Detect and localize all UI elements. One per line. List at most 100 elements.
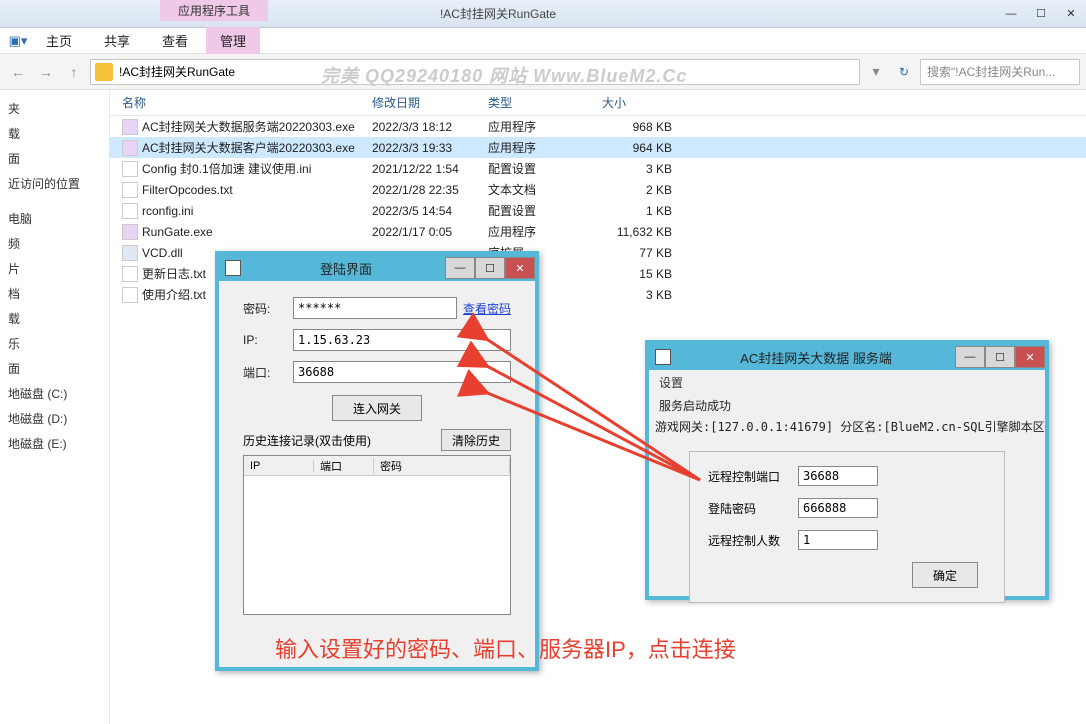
sidebar-item[interactable]: 电脑 — [0, 206, 109, 231]
sidebar-item[interactable]: 地磁盘 (D:) — [0, 406, 109, 431]
server-max-button[interactable]: ☐ — [985, 346, 1015, 368]
server-min-button[interactable]: — — [955, 346, 985, 368]
server-title: AC封挂网关大数据 服务端 — [677, 348, 955, 367]
refresh-icon[interactable]: ↻ — [892, 60, 916, 84]
hist-col-pass[interactable]: 密码 — [374, 458, 510, 474]
file-icon — [122, 161, 138, 177]
file-icon — [122, 203, 138, 219]
sidebar-item[interactable]: 面 — [0, 356, 109, 381]
app-icon — [225, 260, 241, 276]
hist-col-ip[interactable]: IP — [244, 460, 314, 472]
label-login-pass: 登陆密码 — [708, 500, 798, 517]
col-name[interactable]: 名称 — [122, 94, 372, 111]
server-close-button[interactable]: ✕ — [1015, 346, 1045, 368]
server-menu-settings[interactable]: 设置 — [649, 370, 1045, 395]
file-row[interactable]: AC封挂网关大数据客户端20220303.exe2022/3/3 19:33应用… — [110, 137, 1086, 158]
remote-port-input[interactable] — [798, 466, 878, 486]
sidebar-item[interactable]: 夹 — [0, 96, 109, 121]
annotation-text: 输入设置好的密码、端口、服务器IP，点击连接 — [275, 632, 736, 664]
sidebar-item[interactable]: 地磁盘 (C:) — [0, 381, 109, 406]
sidebar-item[interactable]: 载 — [0, 121, 109, 146]
sidebar-item[interactable]: 地磁盘 (E:) — [0, 431, 109, 456]
file-type: 配置设置 — [488, 202, 602, 219]
view-password-link[interactable]: 查看密码 — [463, 300, 511, 317]
close-button[interactable]: ✕ — [1056, 3, 1086, 25]
context-tab: 应用程序工具 — [160, 0, 268, 21]
file-type: 应用程序 — [488, 223, 602, 240]
history-table[interactable]: IP 端口 密码 — [243, 455, 511, 615]
file-size: 15 KB — [602, 267, 672, 281]
minimize-button[interactable]: — — [996, 3, 1026, 25]
file-name: AC封挂网关大数据服务端20220303.exe — [142, 118, 355, 135]
label-remote-count: 远程控制人数 — [708, 532, 798, 549]
watermark-text: 完美 QQ29240180 网站 Www.BlueM2.Cc — [321, 62, 687, 88]
file-size: 3 KB — [602, 162, 672, 176]
file-row[interactable]: AC封挂网关大数据服务端20220303.exe2022/3/3 18:12应用… — [110, 116, 1086, 137]
file-name: rconfig.ini — [142, 204, 193, 218]
nav-up-icon[interactable]: ↑ — [62, 60, 86, 84]
tab-home[interactable]: 主页 — [32, 27, 86, 54]
column-headers[interactable]: 名称 修改日期 类型 大小 — [110, 90, 1086, 116]
sidebar-item[interactable]: 面 — [0, 146, 109, 171]
path-box[interactable]: !AC封挂网关RunGate 完美 QQ29240180 网站 Www.Blue… — [90, 59, 860, 85]
file-row[interactable]: Config 封0.1倍加速 建议使用.ini2021/12/22 1:54配置… — [110, 158, 1086, 179]
file-icon — [122, 245, 138, 261]
path-text: !AC封挂网关RunGate — [119, 63, 235, 80]
tab-manage[interactable]: 管理 — [206, 27, 260, 54]
login-pass-input[interactable] — [798, 498, 878, 518]
sidebar-item[interactable]: 频 — [0, 231, 109, 256]
file-row[interactable]: RunGate.exe2022/1/17 0:05应用程序11,632 KB — [110, 221, 1086, 242]
login-max-button[interactable]: ☐ — [475, 257, 505, 279]
file-icon — [122, 287, 138, 303]
tab-view[interactable]: 查看 — [148, 27, 202, 54]
file-name: AC封挂网关大数据客户端20220303.exe — [142, 139, 355, 156]
file-row[interactable]: FilterOpcodes.txt2022/1/28 22:35文本文档2 KB — [110, 179, 1086, 200]
titlebar: 应用程序工具 !AC封挂网关RunGate — ☐ ✕ — [0, 0, 1086, 28]
password-input[interactable] — [293, 297, 457, 319]
clear-history-button[interactable]: 清除历史 — [441, 429, 511, 451]
tab-share[interactable]: 共享 — [90, 27, 144, 54]
login-close-button[interactable]: ✕ — [505, 257, 535, 279]
file-name: RunGate.exe — [142, 225, 213, 239]
sidebar-item[interactable]: 乐 — [0, 331, 109, 356]
file-icon — [122, 266, 138, 282]
file-menu-icon[interactable]: ▣▾ — [8, 30, 28, 52]
nav-fwd-icon[interactable]: → — [34, 60, 58, 84]
folder-icon — [95, 63, 113, 81]
login-titlebar[interactable]: 登陆界面 — ☐ ✕ — [219, 255, 535, 281]
login-dialog: 登陆界面 — ☐ ✕ 密码: 查看密码 IP: 端口: 连入网关 历史连接记录(… — [215, 251, 539, 671]
col-date[interactable]: 修改日期 — [372, 94, 488, 111]
sidebar-item[interactable]: 片 — [0, 256, 109, 281]
ip-input[interactable] — [293, 329, 511, 351]
file-date: 2021/12/22 1:54 — [372, 162, 488, 176]
maximize-button[interactable]: ☐ — [1026, 3, 1056, 25]
file-size: 3 KB — [602, 288, 672, 302]
connect-button[interactable]: 连入网关 — [332, 395, 422, 421]
login-title: 登陆界面 — [247, 259, 445, 278]
path-dropdown-icon[interactable]: ▾ — [864, 60, 888, 84]
label-remote-port: 远程控制端口 — [708, 468, 798, 485]
col-size[interactable]: 大小 — [602, 94, 672, 111]
sidebar-item[interactable]: 载 — [0, 306, 109, 331]
file-date: 2022/1/28 22:35 — [372, 183, 488, 197]
sidebar-item[interactable]: 近访问的位置 — [0, 171, 109, 196]
ok-button[interactable]: 确定 — [912, 562, 978, 588]
address-bar: ← → ↑ !AC封挂网关RunGate 完美 QQ29240180 网站 Ww… — [0, 54, 1086, 90]
hist-col-port[interactable]: 端口 — [314, 458, 374, 474]
search-input[interactable]: 搜索"!AC封挂网关Run... — [920, 59, 1080, 85]
port-input[interactable] — [293, 361, 511, 383]
file-size: 11,632 KB — [602, 225, 672, 239]
file-type: 文本文档 — [488, 181, 602, 198]
file-name: VCD.dll — [142, 246, 183, 260]
remote-count-input[interactable] — [798, 530, 878, 550]
file-row[interactable]: rconfig.ini2022/3/5 14:54配置设置1 KB — [110, 200, 1086, 221]
server-status: 服务启动成功 — [649, 395, 1045, 416]
nav-back-icon[interactable]: ← — [6, 60, 30, 84]
file-date: 2022/3/3 18:12 — [372, 120, 488, 134]
file-size: 964 KB — [602, 141, 672, 155]
col-type[interactable]: 类型 — [488, 94, 602, 111]
login-min-button[interactable]: — — [445, 257, 475, 279]
sidebar-item[interactable]: 档 — [0, 281, 109, 306]
server-titlebar[interactable]: AC封挂网关大数据 服务端 — ☐ ✕ — [649, 344, 1045, 370]
file-name: Config 封0.1倍加速 建议使用.ini — [142, 160, 311, 177]
